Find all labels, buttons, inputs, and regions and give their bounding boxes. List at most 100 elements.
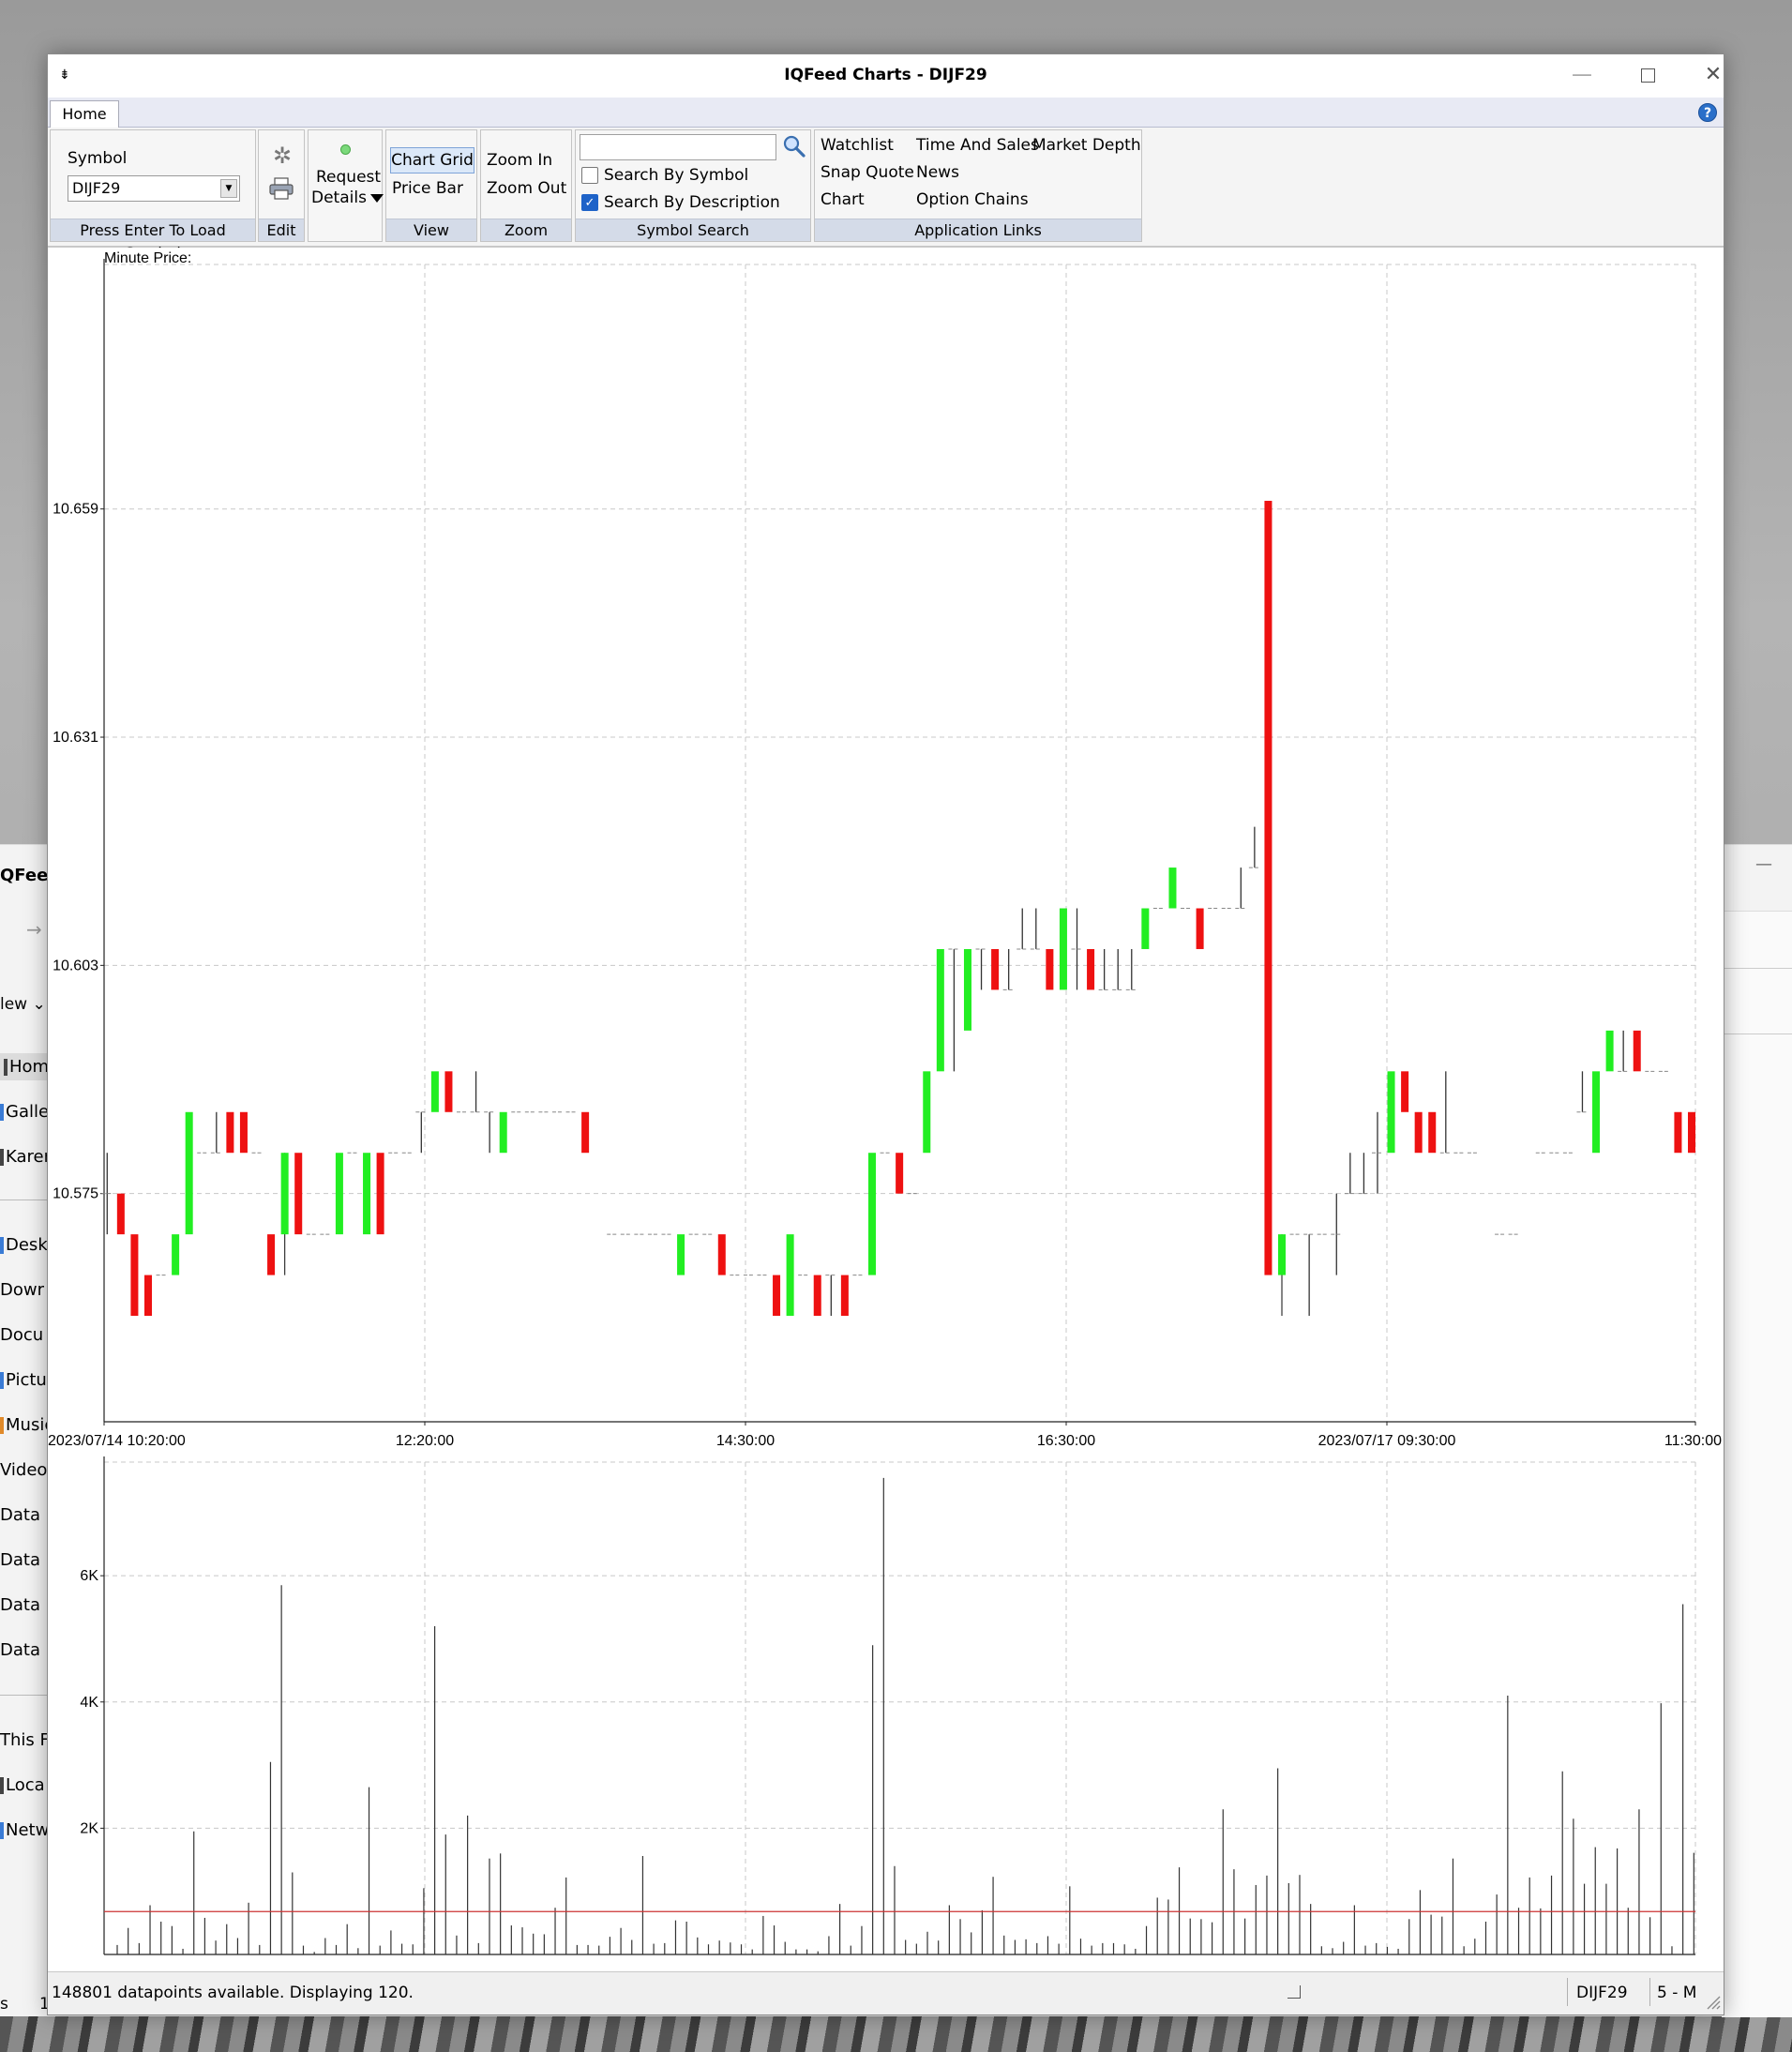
down-candle-body xyxy=(1633,1030,1641,1072)
price-bar-button[interactable]: Price Bar xyxy=(392,179,463,198)
bg-nav-music[interactable]: Music xyxy=(0,1415,53,1435)
bg-nav-data-2[interactable]: Data xyxy=(0,1550,40,1570)
search-by-description-label[interactable]: Search By Description xyxy=(604,193,780,212)
close-button[interactable]: ✕ xyxy=(1685,58,1741,92)
symbol-group-caption: Press Enter To Load Symbol xyxy=(51,219,255,262)
symbol-dropdown[interactable]: DIJF29 ▼ xyxy=(68,175,240,202)
link-snap-quote[interactable]: Snap Quote xyxy=(821,163,914,182)
connection-status-dot xyxy=(340,144,351,155)
printer-icon[interactable] xyxy=(268,177,294,200)
up-candle-body xyxy=(335,1153,343,1235)
link-news[interactable]: News xyxy=(916,163,959,182)
up-candle-body xyxy=(185,1111,193,1235)
title-bar[interactable]: ⇟ IQFeed Charts - DIJF29 — ✕ xyxy=(48,54,1724,98)
bg-nav-videos[interactable]: Video xyxy=(0,1460,47,1480)
bg-nav-network[interactable]: Netw xyxy=(0,1820,49,1840)
down-candle-body xyxy=(773,1275,781,1317)
bg-nav-local-disk[interactable]: Loca xyxy=(0,1775,45,1795)
up-candle-body xyxy=(786,1234,794,1317)
bg-nav-data-3[interactable]: Data xyxy=(0,1595,40,1615)
chart-canvas[interactable]: Minute Price: 10.575 10.603 10.631 10.659 202… xyxy=(48,248,1724,1971)
down-candle-body xyxy=(376,1153,384,1235)
request-label: Request xyxy=(316,168,382,187)
bg-footer-left: s xyxy=(0,1995,8,2014)
resize-grip-icon[interactable] xyxy=(1704,1993,1721,2010)
bg-nav-pictures[interactable]: Pictur xyxy=(0,1370,53,1390)
volume-y-tick-label: 6K xyxy=(80,1568,98,1584)
chevron-down-icon[interactable]: ▼ xyxy=(220,179,237,198)
link-option-chains[interactable]: Option Chains xyxy=(916,190,1029,209)
down-candle-body xyxy=(1401,1071,1409,1112)
application-links-group: Watchlist Time And Sales Market Depth Sn… xyxy=(814,129,1142,242)
forward-arrow-icon[interactable]: → xyxy=(26,918,42,941)
zoom-in-button[interactable]: Zoom In xyxy=(487,151,552,170)
bg-nav-data-4[interactable]: Data xyxy=(0,1640,40,1660)
down-candle-body xyxy=(1674,1111,1682,1154)
link-time-and-sales[interactable]: Time And Sales xyxy=(916,136,1039,155)
tab-home[interactable]: Home xyxy=(50,100,119,128)
search-by-symbol-checkbox[interactable] xyxy=(581,167,598,184)
up-candle-body xyxy=(868,1153,877,1275)
down-candle-body xyxy=(581,1111,590,1154)
up-candle-body xyxy=(963,948,971,1031)
price-x-tick-label: 2023/07/17 09:30:00 xyxy=(1318,1433,1456,1449)
price-x-tick-label: 2023/07/14 10:20:00 xyxy=(48,1433,186,1449)
bg-view-menu[interactable]: lew ⌄ xyxy=(0,995,46,1014)
down-candle-body xyxy=(1196,908,1204,949)
zoom-group: Zoom In Zoom Out Zoom xyxy=(480,129,572,242)
link-market-depth[interactable]: Market Depth xyxy=(1032,136,1141,155)
volume-y-tick-label: 2K xyxy=(80,1820,98,1836)
symbol-value: DIJF29 xyxy=(72,179,121,197)
iqfeed-charts-window: ⇟ IQFeed Charts - DIJF29 — ✕ Home ? Symb… xyxy=(47,53,1724,2015)
chart-grid-button[interactable]: Chart Grid xyxy=(390,147,474,174)
bg-nav-downloads[interactable]: Dowr xyxy=(0,1280,44,1300)
link-chart[interactable]: Chart xyxy=(821,190,865,209)
down-candle-body xyxy=(717,1234,726,1275)
up-candle-body xyxy=(1592,1071,1601,1154)
gear-icon[interactable]: ✲ xyxy=(270,143,294,168)
link-watchlist[interactable]: Watchlist xyxy=(821,136,894,155)
minimize-button[interactable]: — xyxy=(1554,58,1610,92)
bg-minimize-button[interactable]: — xyxy=(1755,854,1772,874)
search-by-symbol-label[interactable]: Search By Symbol xyxy=(604,166,748,185)
down-candle-body xyxy=(444,1071,453,1112)
down-candle-body xyxy=(1687,1111,1696,1154)
music-icon xyxy=(0,1417,4,1434)
bg-nav-this-pc[interactable]: This F xyxy=(0,1730,50,1750)
details-label: Details xyxy=(311,189,384,207)
price-y-tick-label: 10.603 xyxy=(53,958,98,973)
zoom-out-button[interactable]: Zoom Out xyxy=(487,179,566,198)
application-links-group-caption: Application Links xyxy=(815,219,1141,241)
drive-icon xyxy=(0,1777,4,1794)
symbol-search-input[interactable] xyxy=(580,134,776,160)
edit-group: ✲ Edit xyxy=(258,129,305,242)
search-by-description-checkbox[interactable]: ✓ xyxy=(581,194,598,211)
up-candle-body xyxy=(1605,1030,1614,1072)
search-icon[interactable] xyxy=(782,134,806,158)
down-candle-body xyxy=(1046,948,1054,990)
bg-nav-data-1[interactable]: Data xyxy=(0,1505,40,1525)
volume-bars xyxy=(116,1477,1694,1954)
down-candle-body xyxy=(143,1275,152,1317)
down-candle-body xyxy=(226,1111,234,1154)
bg-nav-documents[interactable]: Docu xyxy=(0,1325,43,1345)
home-icon xyxy=(4,1059,8,1076)
window-title: IQFeed Charts - DIJF29 xyxy=(784,66,987,84)
price-x-tick-label: 12:20:00 xyxy=(396,1433,454,1449)
up-candle-body xyxy=(280,1153,289,1235)
status-separator xyxy=(1649,1978,1650,2006)
down-candle-body xyxy=(840,1275,849,1317)
down-candle-body xyxy=(116,1193,125,1235)
request-details-group[interactable]: Request Details xyxy=(308,129,384,242)
down-candle-body xyxy=(813,1275,821,1317)
chart-area[interactable]: Minute Price: 10.575 10.603 10.631 10.659 202… xyxy=(48,248,1724,1971)
up-candle-body xyxy=(172,1234,180,1275)
up-candle-body xyxy=(923,1071,931,1154)
maximize-button[interactable] xyxy=(1619,58,1676,92)
help-icon[interactable]: ? xyxy=(1698,103,1717,122)
status-interval: 5 - M xyxy=(1657,1984,1697,2002)
down-candle-body xyxy=(294,1153,303,1235)
caret-down-icon xyxy=(369,193,384,203)
desktop-wallpaper xyxy=(0,2016,1792,2052)
zoom-group-caption: Zoom xyxy=(481,219,571,241)
